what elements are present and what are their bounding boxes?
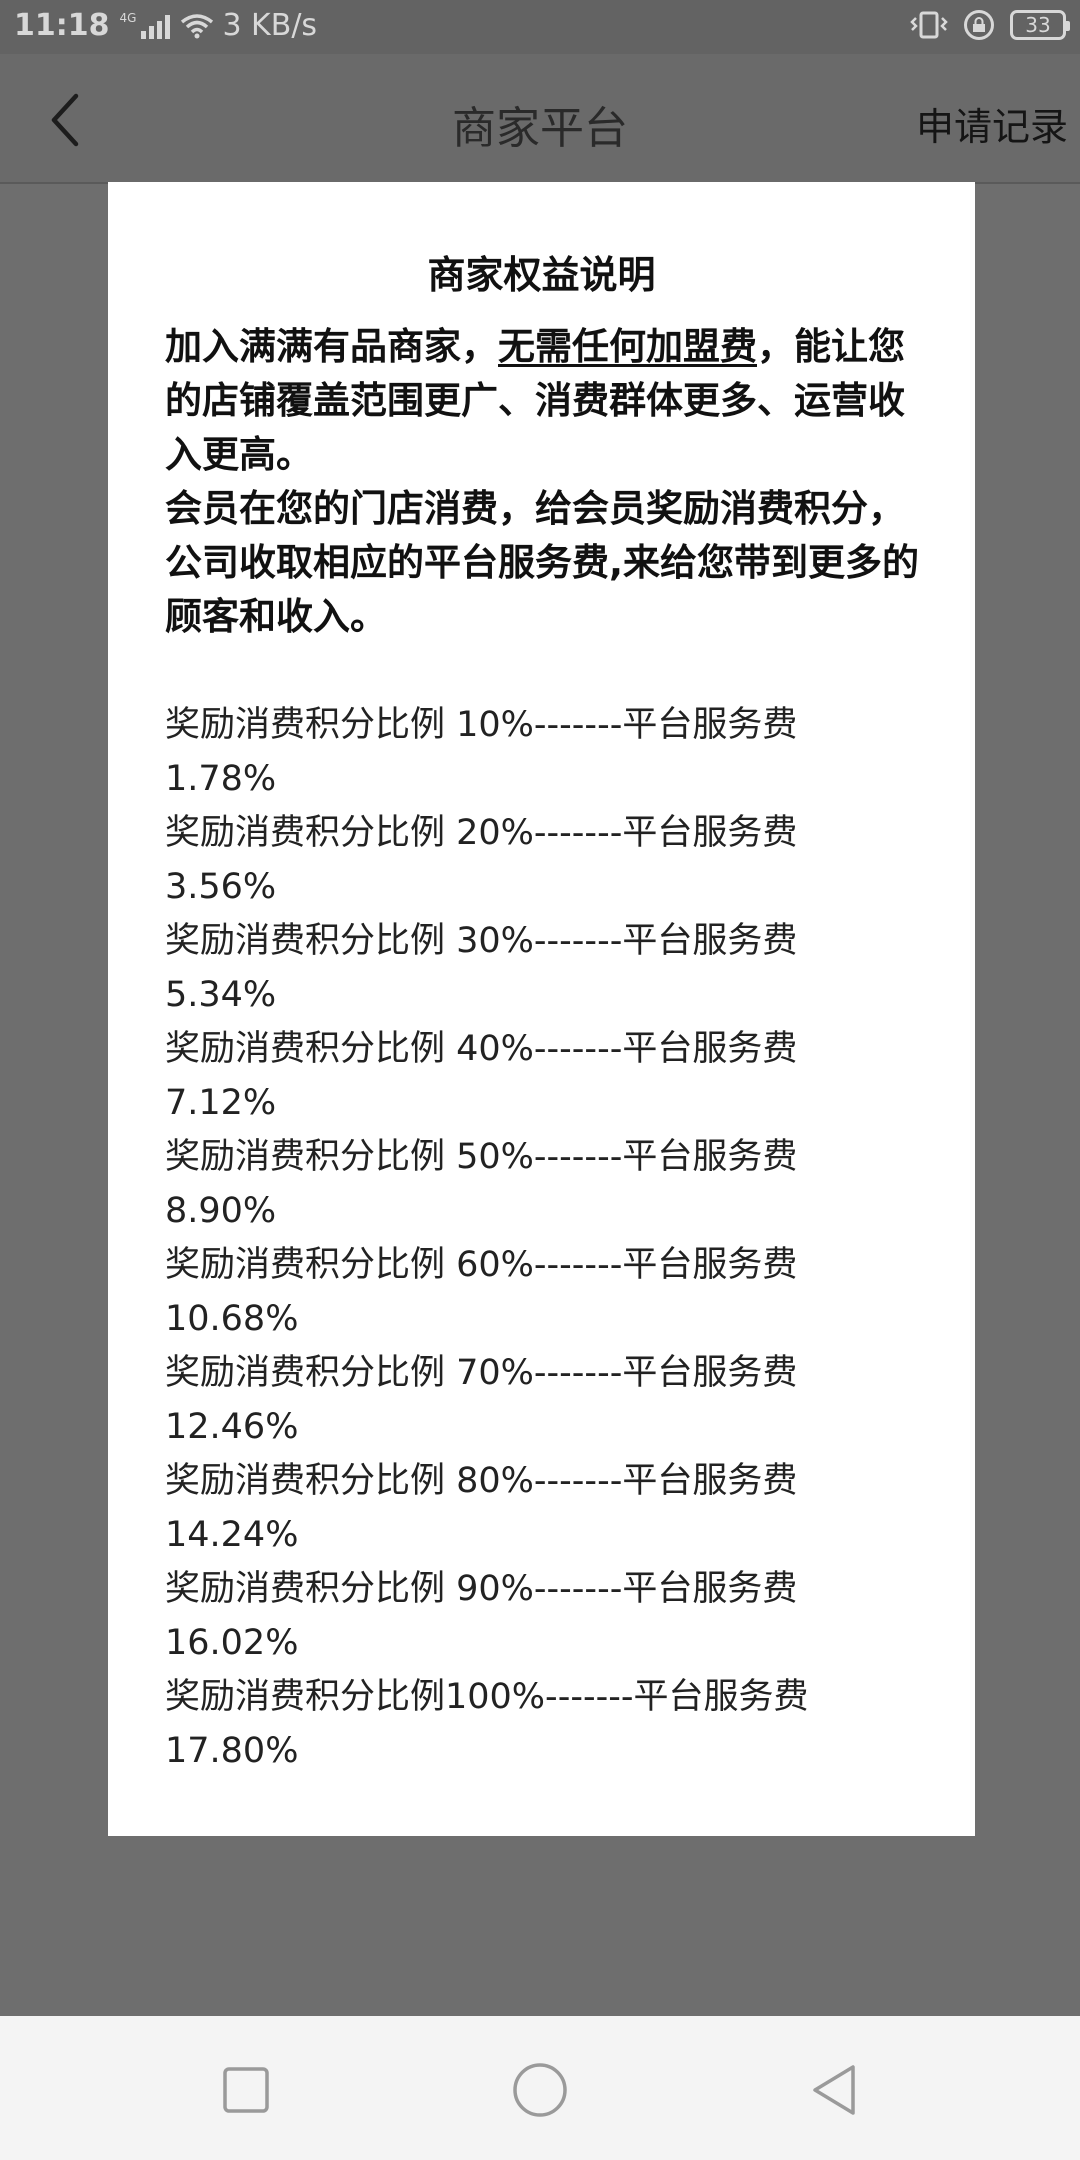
status-time: 11:18 — [14, 8, 110, 43]
recent-apps-icon[interactable] — [216, 2060, 276, 2120]
vibrate-icon — [910, 11, 948, 39]
dialog-body: 加入满满有品商家，无需任何加盟费，能让您的店铺覆盖范围更广、消费群体更多、运营收… — [165, 320, 935, 1778]
rate-row: 奖励消费积分比例 30%-------平台服务费5.34% — [165, 921, 798, 1015]
battery-level: 33 — [1025, 13, 1051, 37]
rate-row: 奖励消费积分比例 80%-------平台服务费14.24% — [165, 1461, 798, 1555]
rate-row: 奖励消费积分比例 40%-------平台服务费7.12% — [165, 1029, 798, 1123]
no-fee-highlight: 无需任何加盟费 — [498, 325, 757, 368]
rate-row: 奖励消费积分比例100%-------平台服务费17.80% — [165, 1677, 809, 1771]
network-speed: 3 KB/s — [222, 8, 318, 43]
nav-bar: 商家平台 申请记录 — [0, 54, 1080, 184]
status-left: 11:18 4G 3 KB/s — [14, 8, 317, 43]
rate-row: 奖励消费积分比例 60%-------平台服务费10.68% — [165, 1245, 798, 1339]
status-bar: 11:18 4G 3 KB/s 33 — [0, 0, 1080, 54]
rate-row: 奖励消费积分比例 50%-------平台服务费8.90% — [165, 1137, 798, 1231]
rate-row: 奖励消费积分比例 20%-------平台服务费3.56% — [165, 813, 798, 907]
application-records-link[interactable]: 申请记录 — [916, 96, 1068, 151]
intro-paragraph: 加入满满有品商家，无需任何加盟费，能让您的店铺覆盖范围更广、消费群体更多、运营收… — [165, 320, 935, 482]
battery-icon: 33 — [1010, 10, 1070, 40]
intro-paragraph-2: 会员在您的门店消费，给会员奖励消费积分，公司收取相应的平台服务费,来给您带到更多… — [165, 487, 920, 638]
home-icon[interactable] — [510, 2060, 570, 2120]
dialog-title: 商家权益说明 — [427, 253, 656, 297]
status-right: 33 — [910, 10, 1070, 40]
back-icon[interactable] — [805, 2060, 865, 2120]
rate-row: 奖励消费积分比例 90%-------平台服务费16.02% — [165, 1569, 798, 1663]
wifi-icon — [181, 13, 214, 38]
signal-icon: 4G — [119, 10, 171, 39]
merchant-benefits-dialog: 商家权益说明 加入满满有品商家，无需任何加盟费，能让您的店铺覆盖范围更广、消费群… — [108, 182, 975, 1836]
lock-rotation-icon — [964, 10, 994, 40]
system-nav-bar — [0, 2016, 1080, 2160]
network-type: 4G — [119, 10, 137, 25]
intro-text-1: 加入满满有品商家， — [165, 325, 498, 368]
rate-row: 奖励消费积分比例 70%-------平台服务费12.46% — [165, 1353, 798, 1447]
rate-row: 奖励消费积分比例 10%-------平台服务费1.78% — [165, 705, 798, 799]
rate-list: 奖励消费积分比例 10%-------平台服务费1.78% 奖励消费积分比例 2… — [165, 698, 935, 1778]
